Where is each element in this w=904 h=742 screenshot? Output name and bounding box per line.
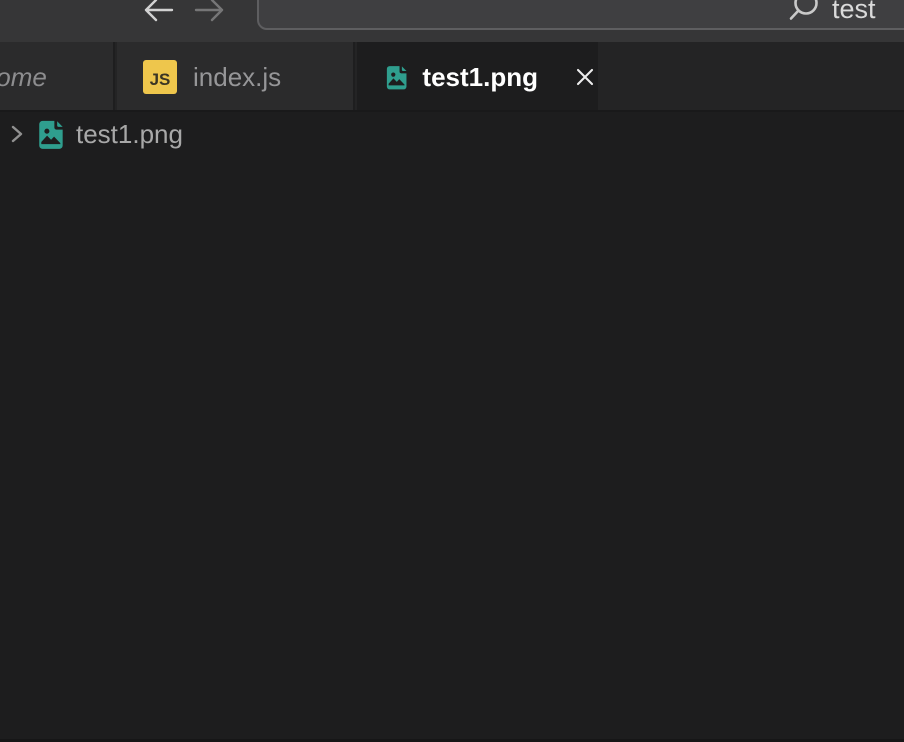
back-arrow-icon[interactable] <box>140 0 176 25</box>
close-tab-button[interactable] <box>572 64 598 90</box>
close-icon <box>574 66 596 88</box>
vscode-window: test Welcome JS index.js test1.png <box>0 0 904 742</box>
tab-index-js-label: index.js <box>193 62 281 93</box>
js-file-icon: JS <box>143 60 177 94</box>
search-icon <box>788 0 824 24</box>
search-query-text[interactable]: test <box>832 0 876 25</box>
tab-index-js[interactable]: JS index.js <box>117 42 355 112</box>
breadcrumb-file-name[interactable]: test1.png <box>76 119 183 150</box>
title-bar: test <box>0 0 904 42</box>
tab-welcome[interactable]: Welcome <box>0 42 115 112</box>
forward-arrow-icon[interactable] <box>192 0 228 25</box>
image-file-icon <box>385 61 408 93</box>
tab-welcome-label: Welcome <box>0 42 47 112</box>
tab-test1-png[interactable]: test1.png <box>357 42 598 112</box>
tab-test1-png-label: test1.png <box>422 62 538 93</box>
image-file-icon <box>37 119 65 149</box>
breadcrumb-bar: test1.png <box>0 112 904 156</box>
editor-area[interactable] <box>0 156 904 739</box>
chevron-right-icon[interactable] <box>8 123 26 145</box>
tab-bar: Welcome JS index.js test1.png <box>0 42 904 112</box>
